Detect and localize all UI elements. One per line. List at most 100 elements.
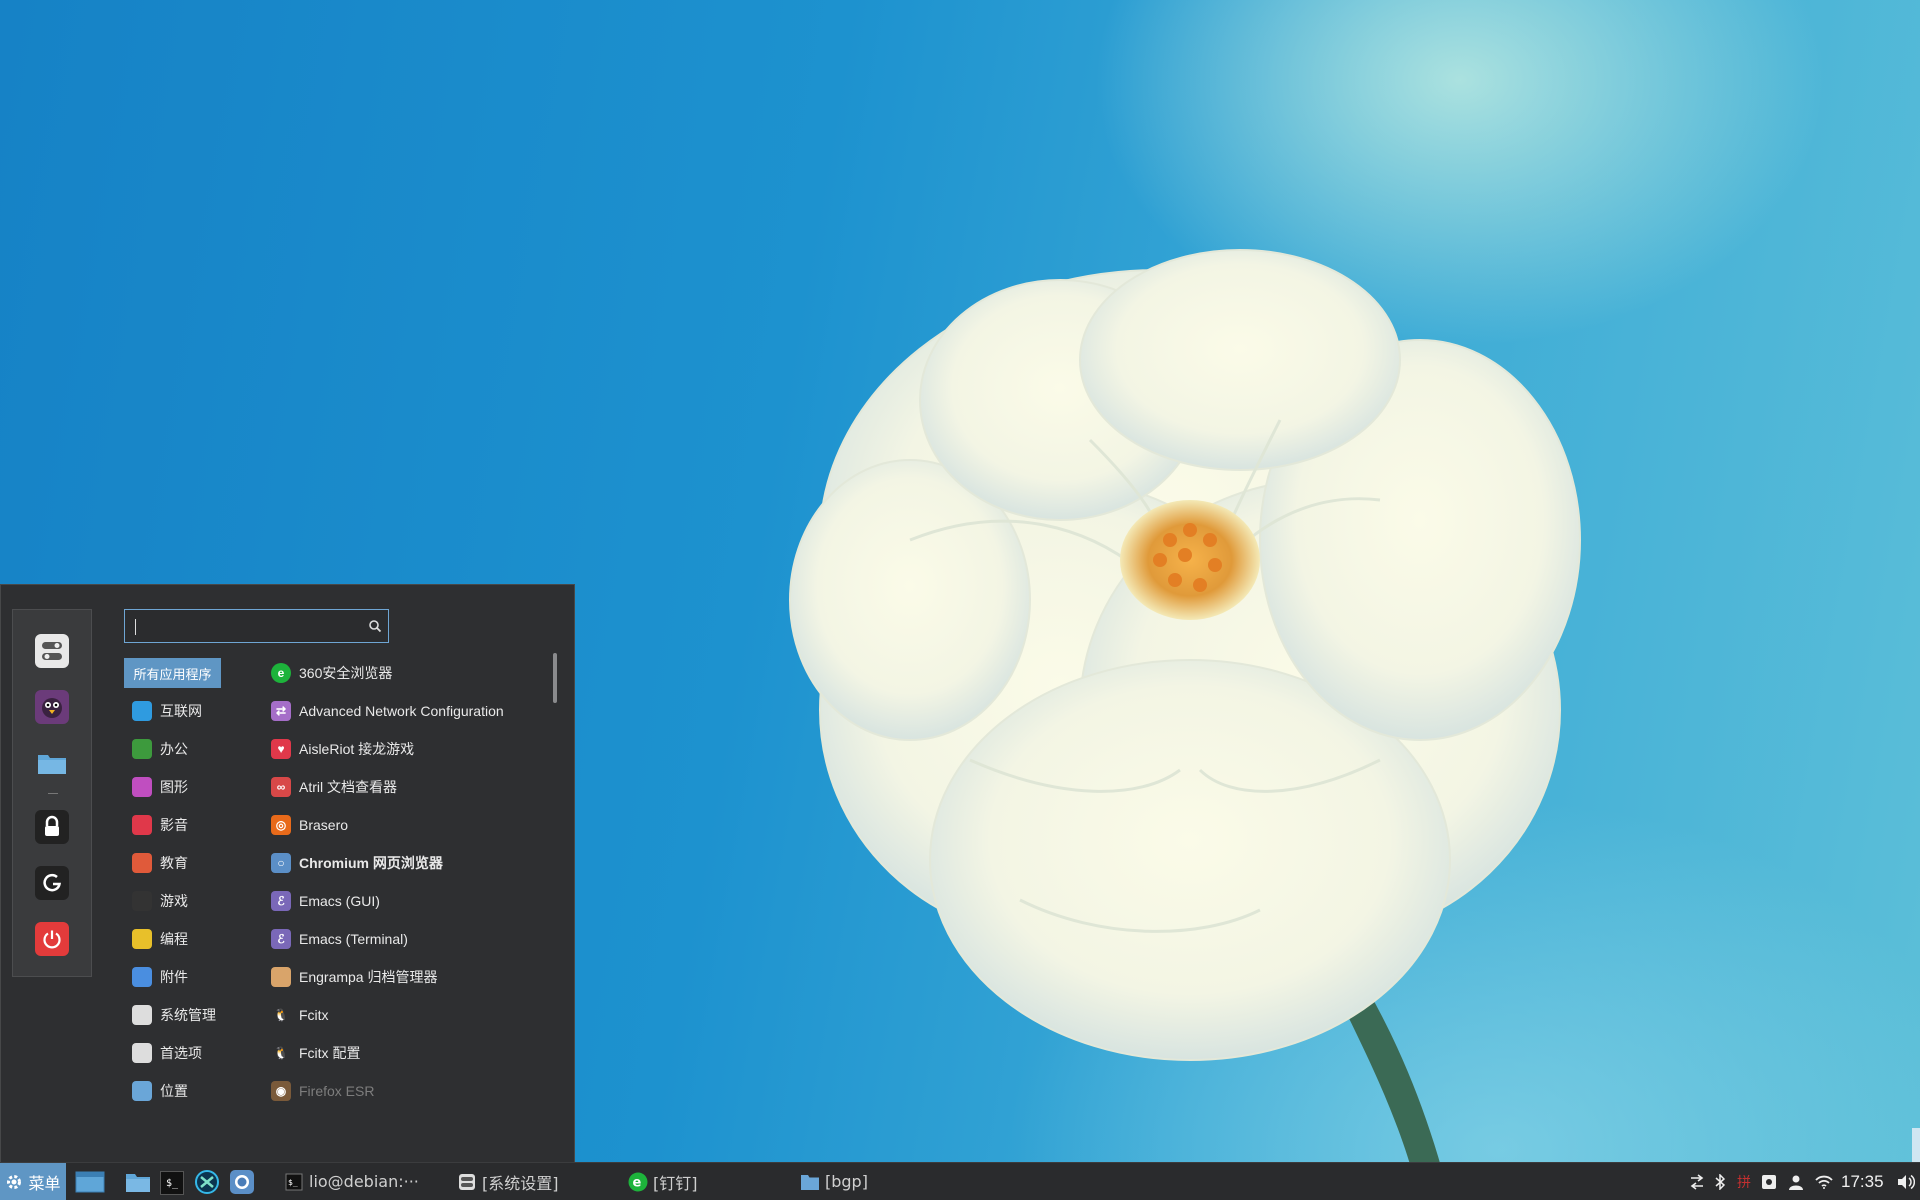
dev-tool-icon[interactable]: [194, 1169, 220, 1195]
brasero-disc-icon: ◎: [271, 815, 291, 835]
office-icon: [132, 739, 152, 759]
svg-text:$_: $_: [288, 1178, 298, 1187]
desktop-edge-indicator: [1912, 1128, 1920, 1162]
menu-button[interactable]: 菜单: [0, 1163, 66, 1200]
category-item[interactable]: 互联网: [124, 696, 264, 726]
svg-text:e: e: [633, 1175, 642, 1190]
emacs-icon: ℰ: [271, 891, 291, 911]
category-item[interactable]: 教育: [124, 848, 264, 878]
app-item[interactable]: ◉ Firefox ESR: [269, 1076, 539, 1106]
app-label: Advanced Network Configuration: [299, 703, 504, 719]
app-item[interactable]: ◎ Brasero: [269, 810, 539, 840]
user-icon[interactable]: [1785, 1163, 1807, 1200]
category-label: 编程: [160, 932, 188, 948]
app-item[interactable]: ○ Chromium 网页浏览器: [269, 848, 539, 878]
volume-icon[interactable]: [1895, 1163, 1917, 1200]
clock[interactable]: 17:35: [1841, 1163, 1884, 1200]
app-item[interactable]: ∞ Atril 文档查看器: [269, 772, 539, 802]
app-item[interactable]: e 360安全浏览器: [269, 658, 539, 688]
category-item[interactable]: 附件: [124, 962, 264, 992]
chromium-icon: ○: [271, 853, 291, 873]
app-item[interactable]: ⇄ Advanced Network Configuration: [269, 696, 539, 726]
category-label: 图形: [160, 780, 188, 796]
app-item[interactable]: 🐧 Fcitx: [269, 1000, 539, 1030]
app-item[interactable]: Engrampa 归档管理器: [269, 962, 539, 992]
app-label: Emacs (GUI): [299, 893, 380, 909]
favorites-separator: [48, 793, 58, 794]
360-browser-icon: e: [271, 663, 291, 683]
taskbar-window-bgp[interactable]: [bgp]: [800, 1163, 868, 1200]
category-item[interactable]: 编程: [124, 924, 264, 954]
category-item[interactable]: 所有应用程序: [124, 658, 221, 688]
system-admin-icon: [132, 1005, 152, 1025]
taskbar-window-terminal[interactable]: $_ lio@debian:···: [284, 1163, 419, 1200]
app-item[interactable]: 🐧 Fcitx 配置: [269, 1038, 539, 1068]
taskbar-window-label: [bgp]: [825, 1172, 868, 1191]
search-field[interactable]: [125, 610, 365, 644]
category-list: 所有应用程序互联网办公图形影音教育游戏编程附件系统管理首选项位置: [124, 658, 264, 1114]
penguin-chat-icon[interactable]: [35, 690, 69, 724]
category-item[interactable]: 办公: [124, 734, 264, 764]
category-item[interactable]: 游戏: [124, 886, 264, 916]
game-controller-icon: [132, 891, 152, 911]
app-item[interactable]: ♥ AisleRiot 接龙游戏: [269, 734, 539, 764]
lock-icon[interactable]: [35, 810, 69, 844]
app-label: Chromium 网页浏览器: [299, 855, 443, 871]
category-label: 互联网: [160, 704, 202, 720]
category-label: 附件: [160, 970, 188, 986]
bluetooth-icon[interactable]: [1710, 1163, 1730, 1200]
category-item[interactable]: 图形: [124, 772, 264, 802]
firefox-icon: ◉: [271, 1081, 291, 1101]
app-list-scrollbar[interactable]: [553, 653, 557, 703]
emacs-terminal-icon: ℰ: [271, 929, 291, 949]
taskbar-window-dingtalk[interactable]: e [钉钉]: [628, 1163, 698, 1200]
favorites-sidebar: [12, 609, 92, 977]
places-folder-icon: [132, 1081, 152, 1101]
category-label: 系统管理: [160, 1008, 216, 1024]
fcitx-config-penguin-icon: 🐧: [273, 1046, 289, 1060]
folder-icon[interactable]: [35, 746, 69, 780]
terminal-icon[interactable]: $_: [160, 1171, 184, 1195]
logout-icon[interactable]: [35, 866, 69, 900]
application-menu: 所有应用程序互联网办公图形影音教育游戏编程附件系统管理首选项位置 e 360安全浏…: [0, 584, 575, 1162]
aisleriot-cards-icon: ♥: [271, 739, 291, 759]
app-label: Fcitx 配置: [299, 1045, 361, 1061]
network-config-icon: ⇄: [271, 701, 291, 721]
category-item[interactable]: 首选项: [124, 1038, 264, 1068]
category-label: 首选项: [160, 1046, 202, 1062]
text-caret: [135, 619, 136, 635]
gear-icon: [7, 1174, 22, 1189]
fcitx-penguin-icon: 🐧: [273, 1008, 289, 1022]
power-icon[interactable]: [35, 922, 69, 956]
cloud-icon: [132, 701, 152, 721]
chromium-launcher-icon[interactable]: [229, 1169, 255, 1195]
terminal-icon: $_: [284, 1172, 304, 1192]
input-method-pinyin-icon[interactable]: 拼: [1733, 1163, 1755, 1200]
app-label: 360安全浏览器: [299, 665, 393, 681]
app-label: Firefox ESR: [299, 1083, 375, 1099]
category-item[interactable]: 系统管理: [124, 1000, 264, 1030]
education-icon: [132, 853, 152, 873]
wifi-icon[interactable]: [1813, 1163, 1835, 1200]
flower-wallpaper-image: [789, 249, 1581, 1200]
system-settings-icon: [457, 1172, 477, 1192]
taskbar-window-label: lio@debian:···: [309, 1172, 419, 1191]
search-input[interactable]: [124, 609, 389, 644]
app-label: Atril 文档查看器: [299, 779, 397, 795]
search-icon: [369, 620, 382, 633]
screenshot-icon[interactable]: [1758, 1163, 1780, 1200]
file-manager-icon[interactable]: [125, 1169, 151, 1195]
show-desktop-icon[interactable]: [75, 1169, 105, 1195]
taskbar-window-system-settings[interactable]: [系统设置]: [457, 1163, 559, 1200]
taskbar-window-label: [系统设置]: [482, 1173, 559, 1193]
category-item[interactable]: 位置: [124, 1076, 264, 1106]
network-arrows-icon[interactable]: [1686, 1163, 1708, 1200]
programming-icon: [132, 929, 152, 949]
app-item[interactable]: ℰ Emacs (Terminal): [269, 924, 539, 954]
360-browser-icon: e: [628, 1172, 648, 1192]
settings-toggle-icon[interactable]: [35, 634, 69, 668]
app-item[interactable]: ℰ Emacs (GUI): [269, 886, 539, 916]
app-label: Fcitx: [299, 1007, 329, 1023]
menu-button-label: 菜单: [28, 1173, 61, 1193]
category-item[interactable]: 影音: [124, 810, 264, 840]
